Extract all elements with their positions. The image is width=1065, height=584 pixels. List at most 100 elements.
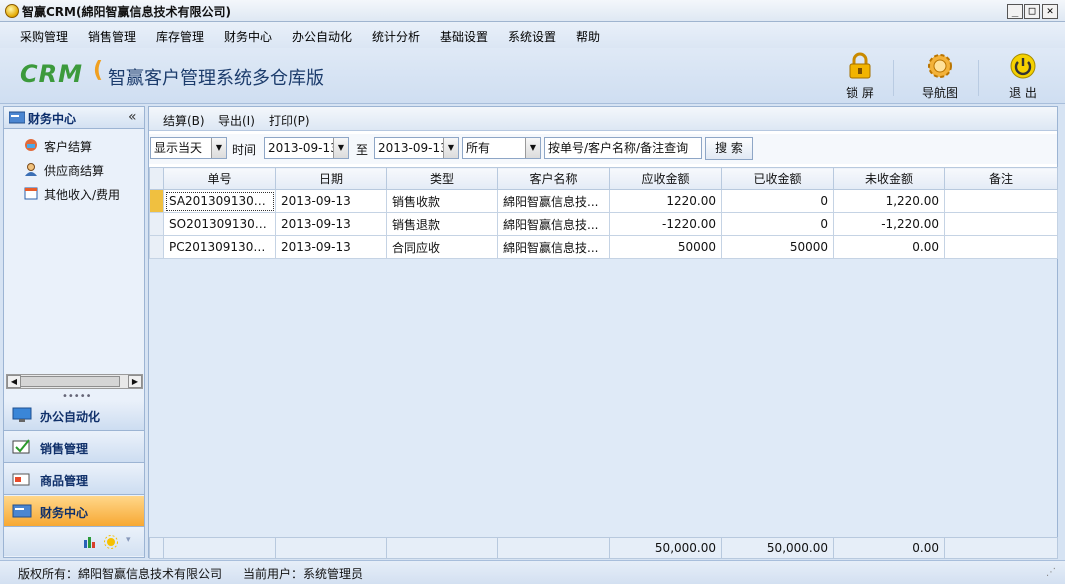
column-header[interactable]: 应收金额 [609,167,722,190]
cell-customer[interactable]: 綿阳智赢信息技... [497,212,610,236]
table-row[interactable]: SO201309130001 2013-09-13 销售退款 綿阳智赢信息技..… [149,212,1058,236]
period-select[interactable]: 显示当天 ▼ [150,137,227,159]
print-button[interactable]: 打印(P) [269,112,310,129]
period-value: 显示当天 [154,141,203,155]
export-button[interactable]: 导出(I) [218,112,255,129]
menu-system-settings[interactable]: 系统设置 [508,28,556,45]
total-cell [163,537,276,559]
person-icon [25,163,37,176]
menu-purchase[interactable]: 采购管理 [20,28,68,45]
minimize-button[interactable]: _ [1007,4,1023,19]
app-icon [5,4,19,18]
table-row[interactable]: PC201309130001 2013-09-13 合同应收 綿阳智赢信息技..… [149,235,1058,259]
cell-received[interactable]: 0 [721,212,834,236]
column-header[interactable]: 未收金额 [833,167,945,190]
scrollbar-thumb[interactable] [20,376,120,387]
current-user-text: 当前用户：系统管理员 [243,567,364,581]
cell-customer[interactable]: 綿阳智赢信息技... [497,189,610,213]
column-header[interactable]: 类型 [386,167,498,190]
cell-received[interactable]: 50000 [721,235,834,259]
resize-grip-icon[interactable]: ⋰ [1046,567,1056,578]
row-header-corner [149,167,164,190]
cell-order-no[interactable]: SA201309130001 [163,189,276,213]
toolbar-separator [893,60,894,96]
lock-label: 锁 屏 [846,86,874,100]
cell-date[interactable]: 2013-09-13 [275,235,387,259]
cell-receivable[interactable]: 50000 [609,235,722,259]
date-to-picker[interactable]: 2013-09-13 ▼ [374,137,459,159]
cell-received[interactable]: 0 [721,189,834,213]
data-grid: 单号 日期 类型 客户名称 应收金额 已收金额 未收金额 备注 SA201309… [149,167,1058,557]
nav-office-automation[interactable]: 办公自动化 [4,400,144,431]
chevron-down-icon[interactable]: ▼ [525,138,540,158]
table-row[interactable]: SA201309130001 2013-09-13 销售收款 綿阳智赢信息技..… [149,189,1058,213]
lock-icon [849,52,871,79]
cell-remark[interactable] [944,235,1058,259]
menu-sales[interactable]: 销售管理 [88,28,136,45]
menu-inventory[interactable]: 库存管理 [156,28,204,45]
menu-office[interactable]: 办公自动化 [292,28,352,45]
total-receivable: 50,000.00 [609,537,722,559]
scroll-left-button[interactable]: ◀ [7,375,21,388]
cell-remark[interactable] [944,212,1058,236]
cell-type[interactable]: 销售退款 [386,212,498,236]
lock-screen-button[interactable]: 锁 屏 [825,52,895,102]
chevron-down-icon[interactable]: ▼ [443,138,458,158]
totals-row-header [149,537,164,559]
nav-goods-management[interactable]: 商品管理 [4,464,144,495]
exit-button[interactable]: 退 出 [988,52,1058,102]
cell-customer[interactable]: 綿阳智赢信息技... [497,235,610,259]
chevron-down-icon[interactable]: ▼ [333,138,348,158]
row-selector[interactable] [149,212,164,236]
column-header[interactable]: 客户名称 [497,167,610,190]
cell-outstanding[interactable]: 0.00 [833,235,945,259]
nav-label: 销售管理 [40,442,89,456]
cell-receivable[interactable]: 1220.00 [609,189,722,213]
menu-basic-settings[interactable]: 基础设置 [440,28,488,45]
cell-receivable[interactable]: -1220.00 [609,212,722,236]
total-cell [944,537,1058,559]
collapse-panel-button[interactable]: « [128,109,137,125]
date-from-picker[interactable]: 2013-09-13 ▼ [264,137,349,159]
gear-icon [928,54,952,78]
row-selector[interactable] [149,235,164,259]
cell-outstanding[interactable]: -1,220.00 [833,212,945,236]
chevron-down-icon[interactable]: ▼ [211,138,226,158]
finance-header-icon [9,111,25,124]
row-selector[interactable] [149,189,164,213]
search-button[interactable]: 搜 索 [705,137,753,160]
cell-outstanding[interactable]: 1,220.00 [833,189,945,213]
menu-finance[interactable]: 财务中心 [224,28,272,45]
scroll-right-button[interactable]: ▶ [128,375,142,388]
chevron-down-icon[interactable]: ▾ [126,535,131,545]
cell-remark[interactable] [944,189,1058,213]
maximize-button[interactable]: □ [1024,4,1040,19]
close-button[interactable]: ✕ [1042,4,1058,19]
power-icon [1010,53,1036,79]
type-select[interactable]: 所有 ▼ [462,137,541,159]
date-to-value: 2013-09-13 [378,141,448,155]
cell-type[interactable]: 销售收款 [386,189,498,213]
column-header[interactable]: 日期 [275,167,387,190]
cell-date[interactable]: 2013-09-13 [275,212,387,236]
chart-bars-icon[interactable] [84,536,96,548]
nav-label: 财务中心 [40,506,89,520]
cell-type[interactable]: 合同应收 [386,235,498,259]
menu-statistics[interactable]: 统计分析 [372,28,420,45]
cell-date[interactable]: 2013-09-13 [275,189,387,213]
navigation-map-button[interactable]: 导航图 [905,52,975,102]
nav-finance-center[interactable]: 财务中心 [4,496,144,527]
search-input[interactable]: 按单号/客户名称/备注查询 [544,137,702,159]
cell-order-no[interactable]: PC201309130001 [163,235,276,259]
window-title: 智赢CRM(綿阳智赢信息技术有限公司) [22,5,231,19]
column-header[interactable]: 单号 [163,167,276,190]
settle-button[interactable]: 结算(B) [163,112,205,129]
menu-help[interactable]: 帮助 [576,28,600,45]
column-header[interactable]: 已收金额 [721,167,834,190]
column-header[interactable]: 备注 [944,167,1058,190]
cell-order-no[interactable]: SO201309130001 [163,212,276,236]
grid-header-row: 单号 日期 类型 客户名称 应收金额 已收金额 未收金额 备注 [149,167,1058,190]
sun-icon[interactable] [104,535,118,549]
nav-sales-management[interactable]: 销售管理 [4,432,144,463]
total-cell [497,537,610,559]
